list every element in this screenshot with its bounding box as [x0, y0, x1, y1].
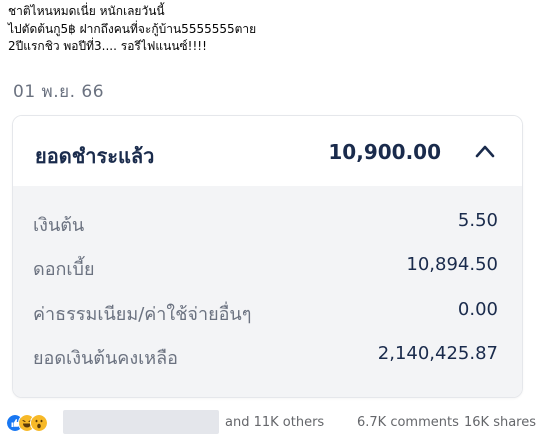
bank-statement-screenshot: 01 พ.ย. 66 ยอดชำระแล้ว 10,900.00 เงินต้น… — [0, 72, 539, 405]
share-count[interactable]: 16K shares — [464, 415, 536, 430]
row-label: ดอกเบี้ย — [33, 259, 95, 280]
breakdown-row: ยอดเงินต้นคงเหลือ 2,140,425.87 — [33, 343, 498, 369]
payment-card: ยอดชำระแล้ว 10,900.00 เงินต้น 5.50 ดอกเบ… — [12, 115, 523, 398]
post-footer: and 11K others 6.7K comments 16K shares — [0, 405, 539, 441]
paid-label: ยอดชำระแล้ว — [35, 144, 155, 168]
post-line: ไปตัดต้นกู5฿ ฝากถึงคนที่จะกู้บ้าน5555555… — [8, 21, 257, 36]
row-value: 2,140,425.87 — [377, 343, 498, 364]
row-label: เงินต้น — [33, 215, 85, 236]
breakdown-row: เงินต้น 5.50 — [33, 210, 498, 236]
row-label: ยอดเงินต้นคงเหลือ — [33, 348, 178, 369]
breakdown-row: ดอกเบี้ย 10,894.50 — [33, 254, 498, 280]
post-text: ชาติไหนหมดเนี่ย หนักเลยวันนี้ ไปตัดต้นกู… — [8, 3, 528, 56]
payment-breakdown: เงินต้น 5.50 ดอกเบี้ย 10,894.50 ค่าธรรมเ… — [13, 186, 522, 397]
reactor-names-redacted — [63, 410, 219, 434]
comment-count[interactable]: 6.7K comments — [357, 415, 459, 430]
paid-amount: 10,900.00 — [328, 140, 441, 164]
chevron-up-icon[interactable] — [474, 142, 496, 160]
row-label: ค่าธรรมเนียม/ค่าใช้จ่ายอื่นๆ — [33, 304, 252, 325]
breakdown-row: ค่าธรรมเนียม/ค่าใช้จ่ายอื่นๆ 0.00 — [33, 299, 498, 325]
payment-card-header[interactable]: ยอดชำระแล้ว 10,900.00 — [13, 116, 522, 186]
wow-icon — [30, 414, 48, 432]
row-value: 10,894.50 — [406, 254, 498, 275]
statement-date: 01 พ.ย. 66 — [13, 82, 105, 102]
post-line: ชาติไหนหมดเนี่ย หนักเลยวันนี้ — [8, 4, 165, 18]
reaction-count[interactable]: and 11K others — [225, 415, 324, 430]
post-line: 2ปีแรกชิว พอปีที่3.... รอรีไฟแนนซ์!!!! — [8, 39, 207, 53]
row-value: 5.50 — [457, 210, 498, 231]
row-value: 0.00 — [457, 299, 498, 320]
reaction-icons[interactable] — [6, 414, 66, 432]
